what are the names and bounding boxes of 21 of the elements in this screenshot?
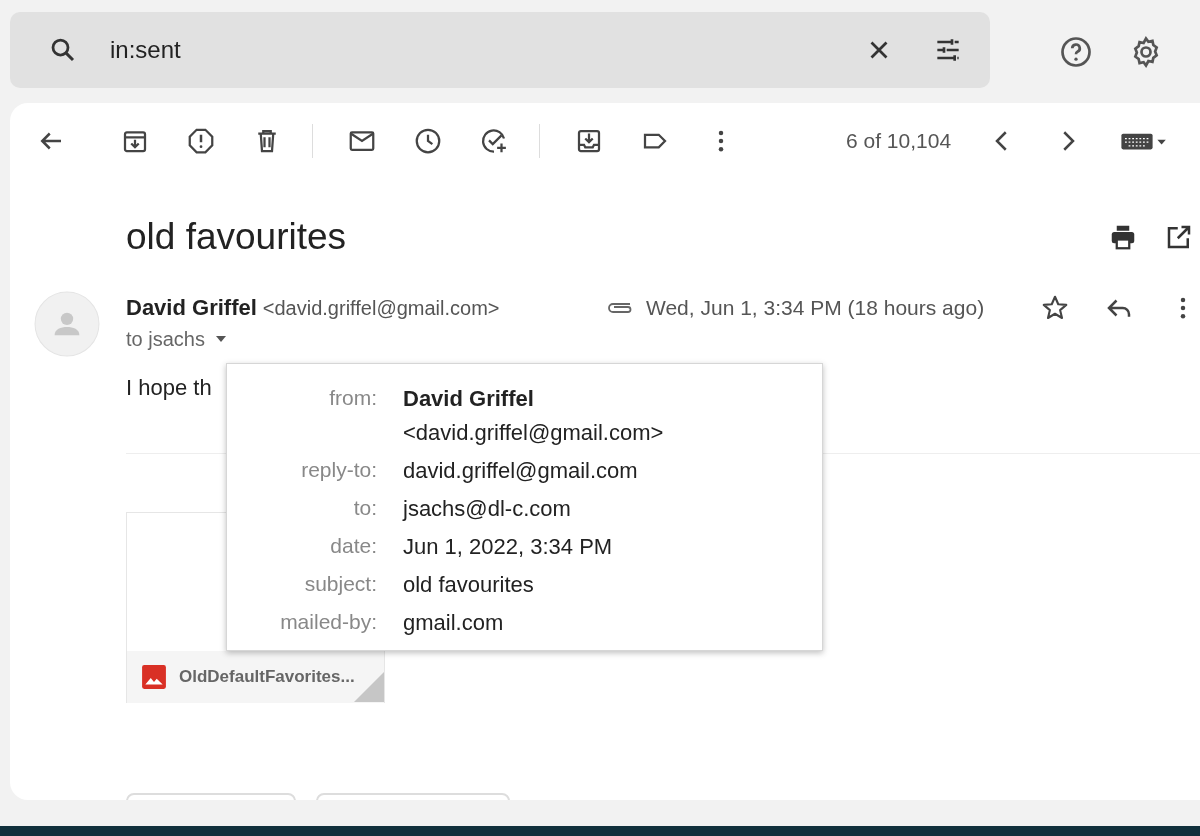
sender-name: David Griffel [126,295,257,320]
message-body: I hope th [126,375,212,401]
detail-label: date: [329,534,377,558]
detail-value: gmail.com [403,610,504,636]
detail-value: <david.griffel@gmail.com> [403,420,664,446]
detail-label: reply-to: [300,458,377,482]
detail-value: jsachs@dl-c.com [403,496,571,522]
message-date: Wed, Jun 1, 3:34 PM (18 hours ago) [646,296,986,320]
email-subject: old favourites [126,216,348,258]
sender-email: <david.griffel@gmail.com> [262,297,500,319]
attachment-name: OldDefaultFavorites... [179,667,355,687]
detail-value: David Griffel [403,386,535,412]
search-value: in:sent [110,35,182,64]
detail-value: old favourites [403,572,534,598]
message-counter: 6 of 10,104 [846,129,952,153]
detail-label: subject: [303,572,377,596]
detail-label: mailed-by: [279,610,377,634]
detail-label: to: [352,496,377,520]
detail-label: from: [328,386,377,410]
detail-value: david.griffel@gmail.com [403,458,638,484]
detail-value: Jun 1, 2022, 3:34 PM [403,534,613,560]
